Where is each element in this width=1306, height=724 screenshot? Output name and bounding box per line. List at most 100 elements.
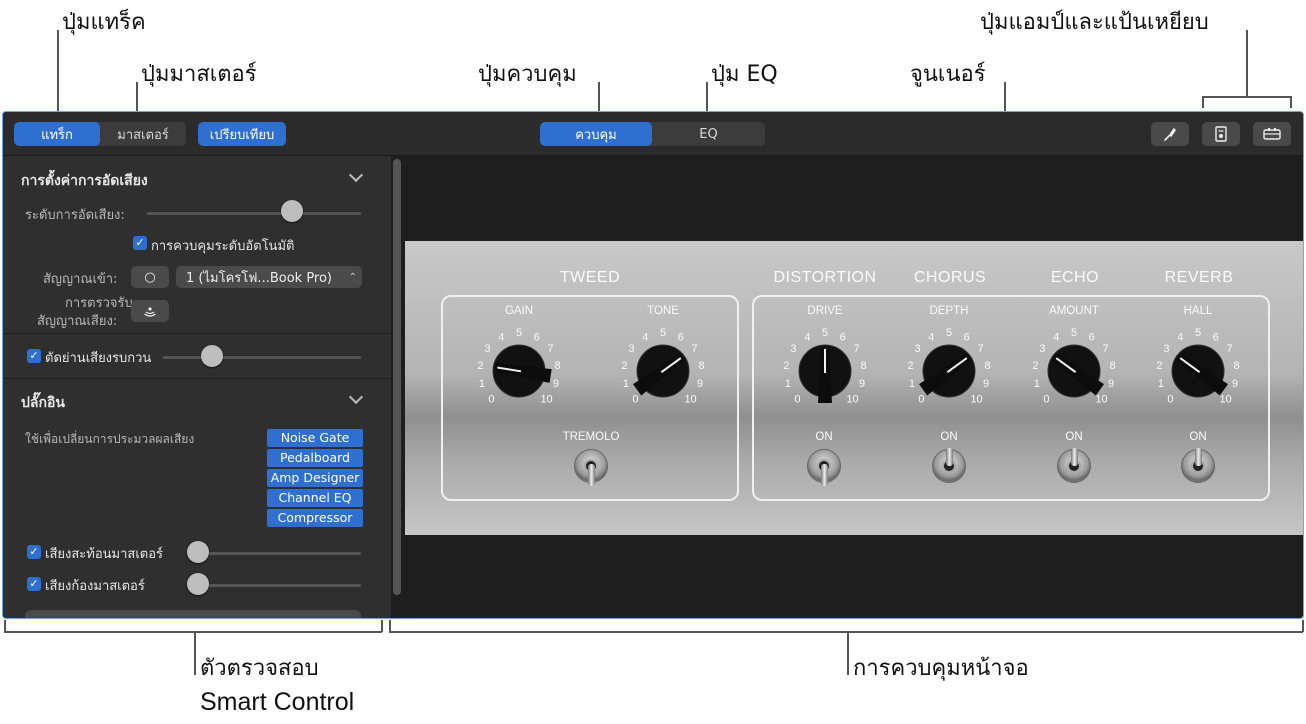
divider bbox=[3, 378, 391, 379]
tuner-button[interactable] bbox=[1151, 122, 1189, 146]
knob-tick-label: 8 bbox=[554, 360, 560, 372]
recording-level-thumb[interactable] bbox=[281, 200, 304, 222]
inspector-bracket bbox=[4, 620, 6, 632]
hall-knob[interactable]: 01 234 5 678 910 bbox=[1148, 321, 1248, 431]
screen-controls-bracket bbox=[389, 631, 1303, 633]
inspector-scrollbar[interactable] bbox=[393, 159, 401, 595]
amount-knob[interactable]: 01 234 5 678 910 bbox=[1024, 321, 1124, 431]
knob-tick-label: 7 bbox=[1226, 343, 1232, 355]
chorus-switch[interactable] bbox=[932, 448, 966, 483]
inspector-extra-button[interactable] bbox=[25, 610, 361, 618]
distortion-switch[interactable] bbox=[807, 449, 841, 486]
master-reverb-checkbox[interactable]: ✓ bbox=[27, 577, 41, 591]
recording-level-track[interactable] bbox=[147, 212, 361, 215]
knob-tick-label: 8 bbox=[1109, 360, 1115, 372]
knob-tick-label: 2 bbox=[783, 360, 789, 372]
knob-tick-label: 8 bbox=[984, 360, 990, 372]
callout-track-button: ปุ่มแทร็ค bbox=[62, 10, 146, 35]
controls-button[interactable]: ควบคุม bbox=[540, 122, 652, 146]
knob-tick-label: 1 bbox=[909, 378, 915, 390]
compare-button[interactable]: เปรียบเทียบ bbox=[198, 122, 286, 146]
knob-tick-label: 8 bbox=[698, 360, 704, 372]
input-format-button[interactable]: ○ bbox=[131, 266, 169, 288]
noise-gate-thumb[interactable] bbox=[201, 345, 223, 367]
callout-inspector-line2: Smart Control bbox=[200, 688, 355, 716]
amp-screen-controls: TWEED DISTORTION CHORUS ECHO REVERB GAIN… bbox=[405, 241, 1303, 535]
knob-tick-label: 10 bbox=[1219, 394, 1231, 406]
switch-lever bbox=[1195, 448, 1202, 466]
noise-gate-track[interactable] bbox=[163, 356, 361, 359]
depth-knob[interactable]: 01 234 5 678 910 bbox=[899, 321, 999, 431]
echo-switch[interactable] bbox=[1057, 448, 1091, 483]
knob-tick-label: 5 bbox=[822, 327, 828, 339]
master-echo-thumb[interactable] bbox=[187, 541, 209, 563]
knob-tick-label: 7 bbox=[977, 343, 983, 355]
plugin-slot[interactable]: Pedalboard bbox=[267, 449, 363, 467]
smart-controls-window: แทร็ก มาสเตอร์ เปรียบเทียบ ควบคุม EQ การ… bbox=[2, 111, 1304, 619]
callout-master-button: ปุ่มมาสเตอร์ bbox=[141, 62, 257, 87]
switch-lever bbox=[821, 464, 828, 486]
auto-level-checkbox[interactable]: ✓ bbox=[133, 236, 147, 250]
input-select-value: 1 (ไมโครโฟ...Book Pro) bbox=[186, 270, 333, 286]
callout-inspector-line1: ตัวตรวจสอบ bbox=[200, 656, 319, 681]
knob-tick-label: 3 bbox=[790, 343, 796, 355]
knob-tick-label: 1 bbox=[785, 378, 791, 390]
chevron-down-icon[interactable] bbox=[348, 167, 364, 183]
tone-knob[interactable]: 01 234 5 678 910 bbox=[613, 321, 713, 431]
knob-tick-label: 2 bbox=[621, 360, 627, 372]
plugin-slot[interactable]: Noise Gate bbox=[267, 429, 363, 447]
master-button[interactable]: มาสเตอร์ bbox=[100, 122, 186, 146]
chevron-down-icon[interactable] bbox=[348, 389, 364, 405]
amp-button[interactable] bbox=[1202, 122, 1240, 146]
master-echo-track[interactable] bbox=[193, 552, 361, 555]
echo-on-label: ON bbox=[1065, 431, 1083, 443]
auto-level-label: การควบคุมระดับอัตโนมัติ bbox=[151, 239, 295, 254]
knob-tick-label: 6 bbox=[1213, 331, 1219, 343]
recording-level-label: ระดับการอัดเสียง: bbox=[25, 208, 125, 223]
tremolo-switch[interactable] bbox=[574, 449, 608, 486]
inspector-bracket bbox=[4, 631, 382, 633]
pedalboard-icon bbox=[1263, 128, 1281, 140]
knob-tick-label: 9 bbox=[1108, 378, 1114, 390]
knob-tick-label: 4 bbox=[1177, 331, 1183, 343]
knob-tick-label: 0 bbox=[1043, 394, 1049, 406]
knob-tick-label: 2 bbox=[477, 360, 483, 372]
callout-bracket bbox=[1202, 96, 1291, 98]
knob-tick-label: 4 bbox=[642, 331, 648, 343]
callout-line bbox=[57, 30, 59, 120]
knob-tick-label: 6 bbox=[534, 331, 540, 343]
hall-label: HALL bbox=[1183, 305, 1213, 317]
plugins-description: ใช้เพื่อเปลี่ยนการประมวลผลเสียง bbox=[25, 432, 195, 446]
screen-controls-bracket bbox=[1302, 620, 1304, 632]
eq-button[interactable]: EQ bbox=[652, 122, 765, 146]
tweed-title: TWEED bbox=[559, 269, 621, 286]
plugin-slot[interactable]: Compressor bbox=[267, 509, 363, 527]
knob-tick-label: 0 bbox=[488, 394, 494, 406]
reverb-switch[interactable] bbox=[1181, 448, 1215, 483]
noise-gate-checkbox[interactable]: ✓ bbox=[27, 349, 41, 363]
knob-tick-label: 10 bbox=[1095, 394, 1107, 406]
master-reverb-track[interactable] bbox=[193, 584, 361, 587]
input-select[interactable]: 1 (ไมโครโฟ...Book Pro) ⌃ bbox=[176, 266, 362, 288]
knob-tick-label: 3 bbox=[1039, 343, 1045, 355]
callout-line bbox=[194, 631, 196, 675]
callout-eq-button: ปุ่ม EQ bbox=[711, 62, 778, 87]
knob-tick-label: 5 bbox=[516, 327, 522, 339]
knob-tick-label: 7 bbox=[547, 343, 553, 355]
track-button[interactable]: แทร็ก bbox=[14, 122, 100, 146]
plugin-slot[interactable]: Channel EQ bbox=[267, 489, 363, 507]
pedal-button[interactable] bbox=[1253, 122, 1291, 146]
master-echo-checkbox[interactable]: ✓ bbox=[27, 545, 41, 559]
knob-tick-label: 7 bbox=[853, 343, 859, 355]
toolbar: แทร็ก มาสเตอร์ เปรียบเทียบ ควบคุม EQ bbox=[3, 112, 1303, 156]
monitoring-button[interactable] bbox=[131, 300, 169, 322]
drive-knob[interactable]: 01 234 5 678 910 bbox=[775, 321, 875, 431]
tremolo-label: TREMOLO bbox=[562, 431, 620, 443]
gain-knob[interactable]: 01 234 5 678 910 bbox=[469, 321, 569, 431]
plugin-slot[interactable]: Amp Designer bbox=[267, 469, 363, 487]
knob-tick-label: 9 bbox=[553, 378, 559, 390]
master-reverb-thumb[interactable] bbox=[187, 573, 209, 595]
amp-icon bbox=[1215, 126, 1227, 142]
knob-tick-label: 9 bbox=[859, 378, 865, 390]
knob-tick-label: 7 bbox=[691, 343, 697, 355]
